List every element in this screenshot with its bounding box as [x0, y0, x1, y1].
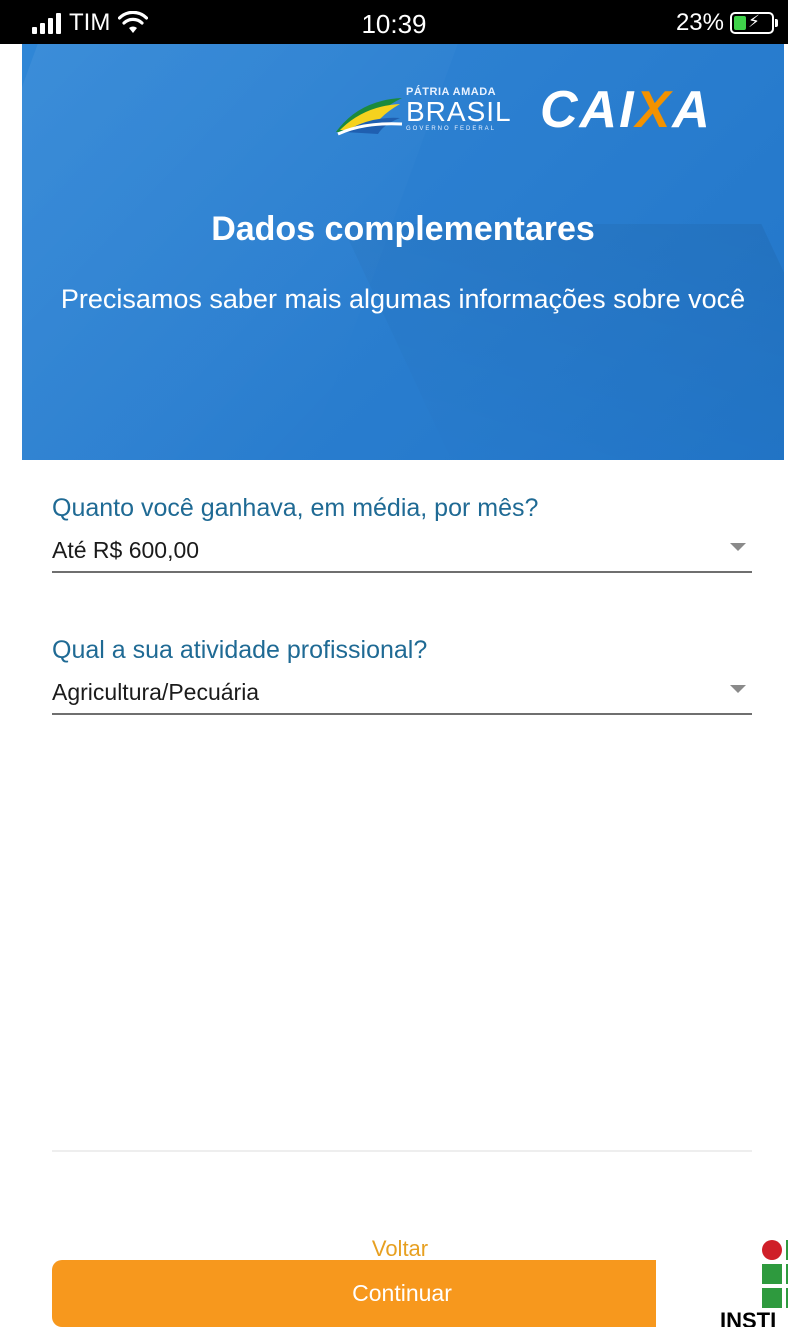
- occupation-field: Qual a sua atividade profissional? Agric…: [52, 636, 752, 715]
- page-subtitle: Precisamos saber mais algumas informaçõe…: [60, 284, 746, 314]
- occupation-select[interactable]: Agricultura/Pecuária: [52, 679, 752, 715]
- occupation-select-value: Agricultura/Pecuária: [52, 679, 260, 705]
- institute-logo: INSTI: [656, 1236, 788, 1327]
- income-field: Quanto você ganhava, em média, por mês? …: [52, 494, 752, 573]
- status-bar: TIM 10:39 23% ⚡: [0, 0, 788, 44]
- footer-divider: [52, 1150, 752, 1152]
- chevron-down-icon: [730, 543, 746, 551]
- brasil-government-logo: PÁTRIA AMADA BRASIL GOVERNO FEDERAL: [334, 86, 524, 142]
- header-banner: PÁTRIA AMADA BRASIL GOVERNO FEDERAL CAIX…: [22, 44, 784, 460]
- status-time: 10:39: [361, 9, 427, 39]
- battery-percent: 23%: [675, 9, 724, 36]
- institute-logo-text: INSTI: [720, 1308, 777, 1327]
- income-select-value: Até R$ 600,00: [52, 537, 200, 563]
- income-select[interactable]: Até R$ 600,00: [52, 537, 752, 573]
- status-right: 23% ⚡: [675, 9, 778, 37]
- logo-red-dot: [762, 1240, 782, 1260]
- page-title: Dados complementares: [211, 210, 595, 248]
- brasil-flag-icon: [336, 98, 403, 136]
- continue-button[interactable]: Continuar: [52, 1260, 752, 1327]
- battery-charging-icon: ⚡: [730, 12, 778, 34]
- caixa-logo: CAIXA: [540, 81, 712, 139]
- income-label: Quanto você ganhava, em média, por mês?: [52, 494, 539, 522]
- brasil-logo-line3: GOVERNO FEDERAL: [406, 126, 497, 132]
- chevron-down-icon: [730, 685, 746, 693]
- occupation-label: Qual a sua atividade profissional?: [52, 636, 428, 664]
- continue-button-label: Continuar: [352, 1280, 452, 1306]
- screen: TIM 10:39 23% ⚡ PÁTRIA AMADA BRASIL GOVE…: [0, 0, 788, 1327]
- brasil-logo-line2: BRASIL: [406, 96, 512, 127]
